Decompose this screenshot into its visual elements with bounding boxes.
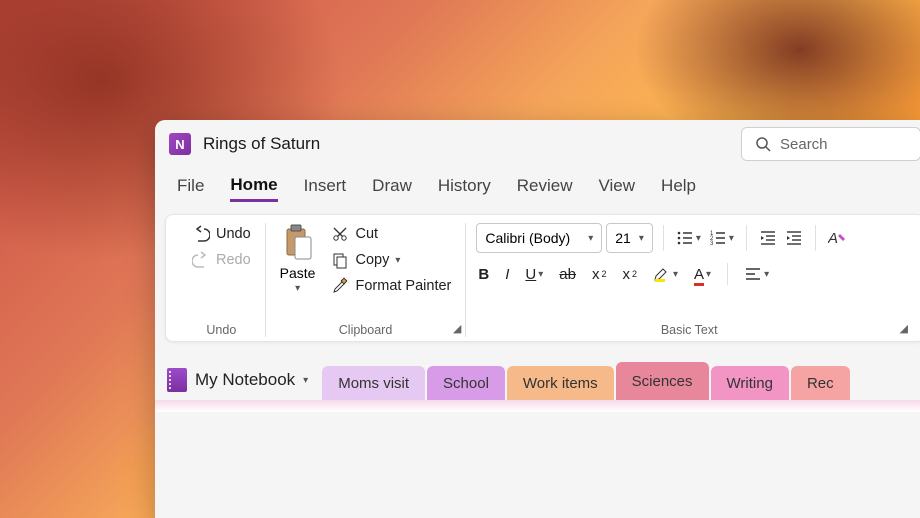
group-label-basic-text: Basic Text (476, 321, 902, 337)
menu-item-draw[interactable]: Draw (372, 176, 412, 200)
dialog-launcher-icon[interactable]: ◢ (453, 322, 461, 335)
menu-bar: File Home Insert Draw History Review View Help (155, 168, 920, 208)
menu-item-view[interactable]: View (599, 176, 636, 200)
cut-label: Cut (355, 226, 378, 242)
svg-text:A: A (828, 230, 838, 247)
cut-button[interactable]: Cut (327, 223, 455, 245)
app-icon: N (169, 133, 191, 155)
svg-text:3: 3 (710, 241, 714, 247)
copy-button[interactable]: Copy ▾ (327, 249, 455, 271)
bullet-list-button[interactable]: ▾ (674, 227, 703, 249)
notebook-name: My Notebook (195, 370, 295, 390)
paste-button[interactable]: Paste ▾ (276, 223, 320, 294)
menu-item-help[interactable]: Help (661, 176, 696, 200)
menu-item-file[interactable]: File (177, 176, 204, 200)
outdent-button[interactable] (757, 227, 779, 249)
ribbon-group-undo: Undo Redo Undo (178, 223, 265, 337)
chevron-down-icon: ▾ (588, 233, 593, 244)
section-tab[interactable]: Sciences (616, 362, 709, 400)
underline-button[interactable]: U▾ (523, 264, 545, 285)
italic-button[interactable]: I (503, 264, 511, 285)
group-label-clipboard: Clipboard (276, 321, 456, 337)
page-title: Rings of Saturn (203, 134, 320, 154)
chevron-down-icon: ▾ (395, 255, 400, 266)
font-color-button[interactable]: A▾ (692, 264, 713, 285)
highlight-button[interactable]: ▾ (651, 264, 680, 284)
paste-label: Paste (280, 265, 316, 281)
menu-item-home[interactable]: Home (230, 175, 277, 202)
menu-item-review[interactable]: Review (517, 176, 573, 200)
indent-button[interactable] (783, 227, 805, 249)
numbered-list-button[interactable]: 123 ▾ (707, 227, 736, 249)
undo-label: Undo (216, 226, 251, 242)
menu-item-history[interactable]: History (438, 176, 491, 200)
section-tab[interactable]: Moms visit (322, 366, 425, 400)
format-painter-label: Format Painter (355, 278, 451, 294)
group-label-undo: Undo (188, 321, 255, 337)
notebook-icon (167, 368, 187, 392)
section-tab[interactable]: Work items (507, 366, 614, 400)
dialog-launcher-icon[interactable]: ◢ (900, 322, 908, 335)
search-icon (754, 135, 772, 153)
menu-item-insert[interactable]: Insert (304, 176, 347, 200)
chevron-down-icon: ▾ (295, 283, 300, 294)
ribbon: Undo Redo Undo (165, 214, 920, 342)
section-tabs: Moms visitSchoolWork itemsSciencesWritin… (322, 362, 851, 400)
redo-icon (192, 251, 210, 269)
copy-label: Copy (355, 252, 389, 268)
notebook-row: My Notebook ▾ Moms visitSchoolWork items… (155, 352, 920, 400)
bold-button[interactable]: B (476, 264, 491, 285)
strikethrough-button[interactable]: ab (557, 264, 578, 285)
scissors-icon (331, 225, 349, 243)
undo-icon (192, 225, 210, 243)
undo-button[interactable]: Undo (188, 223, 255, 245)
notebook-picker[interactable]: My Notebook ▾ (167, 368, 308, 400)
paste-icon (281, 223, 315, 263)
font-size-select[interactable]: 21 ▾ (606, 223, 653, 253)
clear-formatting-button[interactable]: A (826, 227, 850, 249)
chevron-down-icon: ▾ (303, 375, 308, 386)
search-box[interactable]: Search (741, 127, 920, 161)
redo-label: Redo (216, 252, 251, 268)
title-bar: N Rings of Saturn Search (155, 120, 920, 168)
section-tab[interactable]: School (427, 366, 505, 400)
font-name-value: Calibri (Body) (485, 230, 570, 246)
ribbon-group-clipboard: Paste ▾ Cut (265, 223, 466, 337)
search-placeholder: Search (780, 136, 828, 153)
font-size-value: 21 (615, 230, 631, 246)
subscript-button[interactable]: x2 (590, 264, 609, 285)
copy-icon (331, 251, 349, 269)
align-button[interactable]: ▾ (742, 263, 771, 285)
brush-icon (331, 277, 349, 295)
page-canvas (155, 400, 920, 412)
font-family-select[interactable]: Calibri (Body) ▾ (476, 223, 602, 253)
superscript-button[interactable]: x2 (620, 264, 639, 285)
ribbon-group-basic-text: Calibri (Body) ▾ 21 ▾ ▾ (465, 223, 912, 337)
section-tab[interactable]: Writing (711, 366, 789, 400)
section-tab[interactable]: Rec (791, 366, 850, 400)
onenote-window: N Rings of Saturn Search File Home Insert D… (155, 120, 920, 518)
redo-button[interactable]: Redo (188, 249, 255, 271)
format-painter-button[interactable]: Format Painter (327, 275, 455, 297)
chevron-down-icon: ▾ (639, 233, 644, 244)
